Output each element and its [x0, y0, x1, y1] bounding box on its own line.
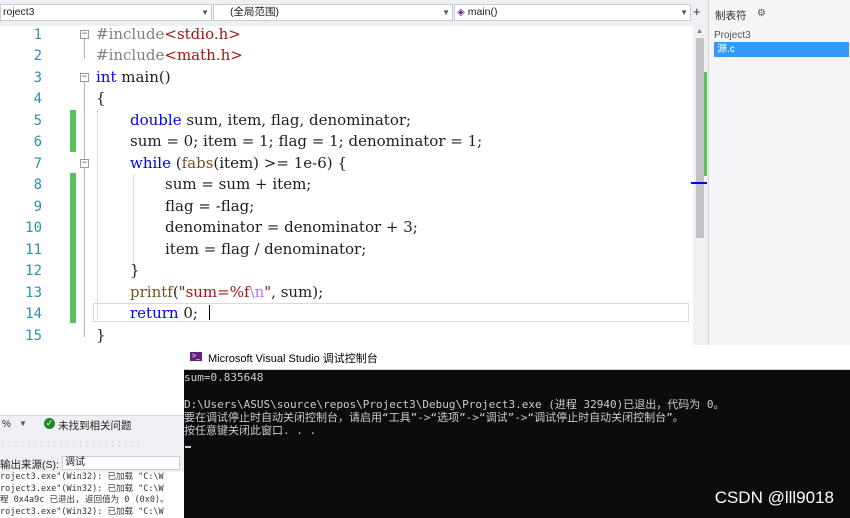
project-combo-value: roject3 — [3, 6, 35, 18]
split-editor-icon[interactable]: + — [693, 4, 701, 19]
code-line: printf("sum=%f\n", sum); — [130, 283, 324, 301]
collapse-icon[interactable]: − — [80, 73, 89, 82]
code-line: while (fabs(item) >= 1e-6) { — [130, 154, 347, 172]
scope-combo[interactable]: (全局范围) ▼ — [213, 4, 453, 21]
code-line: { — [96, 89, 106, 107]
console-cursor — [185, 446, 191, 448]
line-number: 15 — [25, 328, 42, 344]
editor-status-bar: % ▼ ✓ 未找到相关问题 — [0, 415, 185, 434]
code-line: #include<stdio.h> — [96, 25, 241, 43]
zoom-level[interactable]: % — [2, 419, 11, 430]
debug-console-window[interactable]: >_ Microsoft Visual Studio 调试控制台 sum=0.8… — [184, 345, 850, 518]
member-combo-value: main() — [467, 6, 498, 18]
output-toolbar: 输出来源(S): 调试 — [0, 455, 185, 473]
visual-studio-icon: >_ — [190, 352, 202, 361]
console-title-bar[interactable]: >_ Microsoft Visual Studio 调试控制台 — [184, 345, 850, 370]
line-number: 7 — [33, 156, 42, 172]
line-number: 14 — [25, 306, 42, 322]
output-source-label: 输出来源(S): — [0, 459, 59, 471]
code-line: sum = sum + item; — [165, 175, 312, 193]
code-line: item = flag / denominator; — [165, 240, 367, 258]
grip-icon: : : : : : : : : : : : : : : : : : : : : … — [2, 439, 141, 448]
line-number: 9 — [33, 199, 42, 215]
issues-status[interactable]: 未找到相关问题 — [58, 418, 132, 433]
line-number: 6 — [33, 134, 42, 150]
line-number: 5 — [33, 113, 42, 129]
code-line: sum = 0; item = 1; flag = 1; denominator… — [130, 132, 483, 150]
line-number: 13 — [25, 285, 42, 301]
scope-combo-value: (全局范围) — [230, 6, 279, 18]
collapse-icon[interactable]: − — [80, 30, 89, 39]
line-number: 11 — [25, 242, 42, 258]
output-text[interactable]: roject3.exe"(Win32): 已加载 "C:\W roject3.e… — [0, 472, 185, 518]
change-indicator — [70, 173, 76, 323]
scroll-up-icon[interactable]: ▲ — [696, 28, 703, 35]
method-icon: ◈ — [457, 7, 465, 18]
file-node-selected[interactable]: 源.c — [714, 42, 849, 57]
line-number: 8 — [33, 177, 42, 193]
solution-explorer-panel: 制表符 ⚙ Project3 源.c — [708, 0, 850, 345]
project-node[interactable]: Project3 — [714, 30, 751, 41]
code-line: } — [130, 261, 140, 279]
text-caret — [209, 305, 210, 320]
line-number: 10 — [25, 220, 42, 236]
code-line: double sum, item, flag, denominator; — [130, 111, 412, 129]
line-number: 1 — [33, 27, 42, 43]
console-line: 按任意键关闭此窗口. . . — [184, 424, 317, 437]
console-line: sum=0.835648 — [184, 371, 264, 384]
output-line: 程 0x4a9c 已退出, 返回值为 0 (0x0)。 — [0, 495, 169, 505]
chevron-down-icon: ▼ — [442, 8, 450, 17]
code-line: flag = -flag; — [165, 197, 255, 215]
line-number: 3 — [33, 70, 42, 86]
output-line: roject3.exe"(Win32): 已加载 "C:\W — [0, 472, 164, 482]
indent-guide — [133, 175, 134, 267]
console-title: Microsoft Visual Studio 调试控制台 — [208, 353, 378, 365]
collapse-icon[interactable]: − — [80, 159, 89, 168]
code-line: #include<math.h> — [96, 46, 243, 64]
gear-icon[interactable]: ⚙ — [757, 8, 766, 19]
scrollbar-thumb[interactable] — [696, 38, 704, 238]
panel-splitter[interactable]: : : : : : : : : : : : : : : : : : : : : … — [0, 433, 185, 455]
change-indicator — [70, 110, 76, 152]
code-line: return 0; — [130, 304, 198, 322]
chevron-down-icon[interactable]: ▼ — [19, 419, 27, 428]
scrollbar-change-marker — [704, 72, 707, 176]
scrollbar-caret-marker — [691, 182, 707, 184]
outline-guide — [84, 39, 85, 59]
project-combo[interactable]: roject3 ▼ — [0, 4, 212, 21]
output-line: roject3.exe"(Win32): 已加载 "C:\W — [0, 506, 164, 517]
panel-title: 制表符 — [715, 10, 747, 22]
output-source-select[interactable]: 调试 — [62, 456, 180, 470]
check-circle-icon: ✓ — [44, 418, 55, 429]
chevron-down-icon: ▼ — [680, 8, 688, 17]
chevron-down-icon: ▼ — [201, 8, 209, 17]
line-number: 4 — [33, 91, 42, 107]
line-number: 2 — [33, 48, 42, 64]
line-number: 12 — [25, 263, 42, 279]
code-line: } — [96, 326, 106, 344]
member-combo[interactable]: ◈ main() ▼ — [454, 4, 691, 21]
output-line: roject3.exe"(Win32): 已加载 "C:\W — [0, 483, 164, 494]
indent-guide — [97, 110, 98, 320]
watermark: CSDN @lll9018 — [714, 488, 834, 507]
outline-guide — [84, 172, 85, 272]
code-line: int main() — [96, 68, 171, 86]
code-line: denominator = denominator + 3; — [165, 218, 418, 236]
